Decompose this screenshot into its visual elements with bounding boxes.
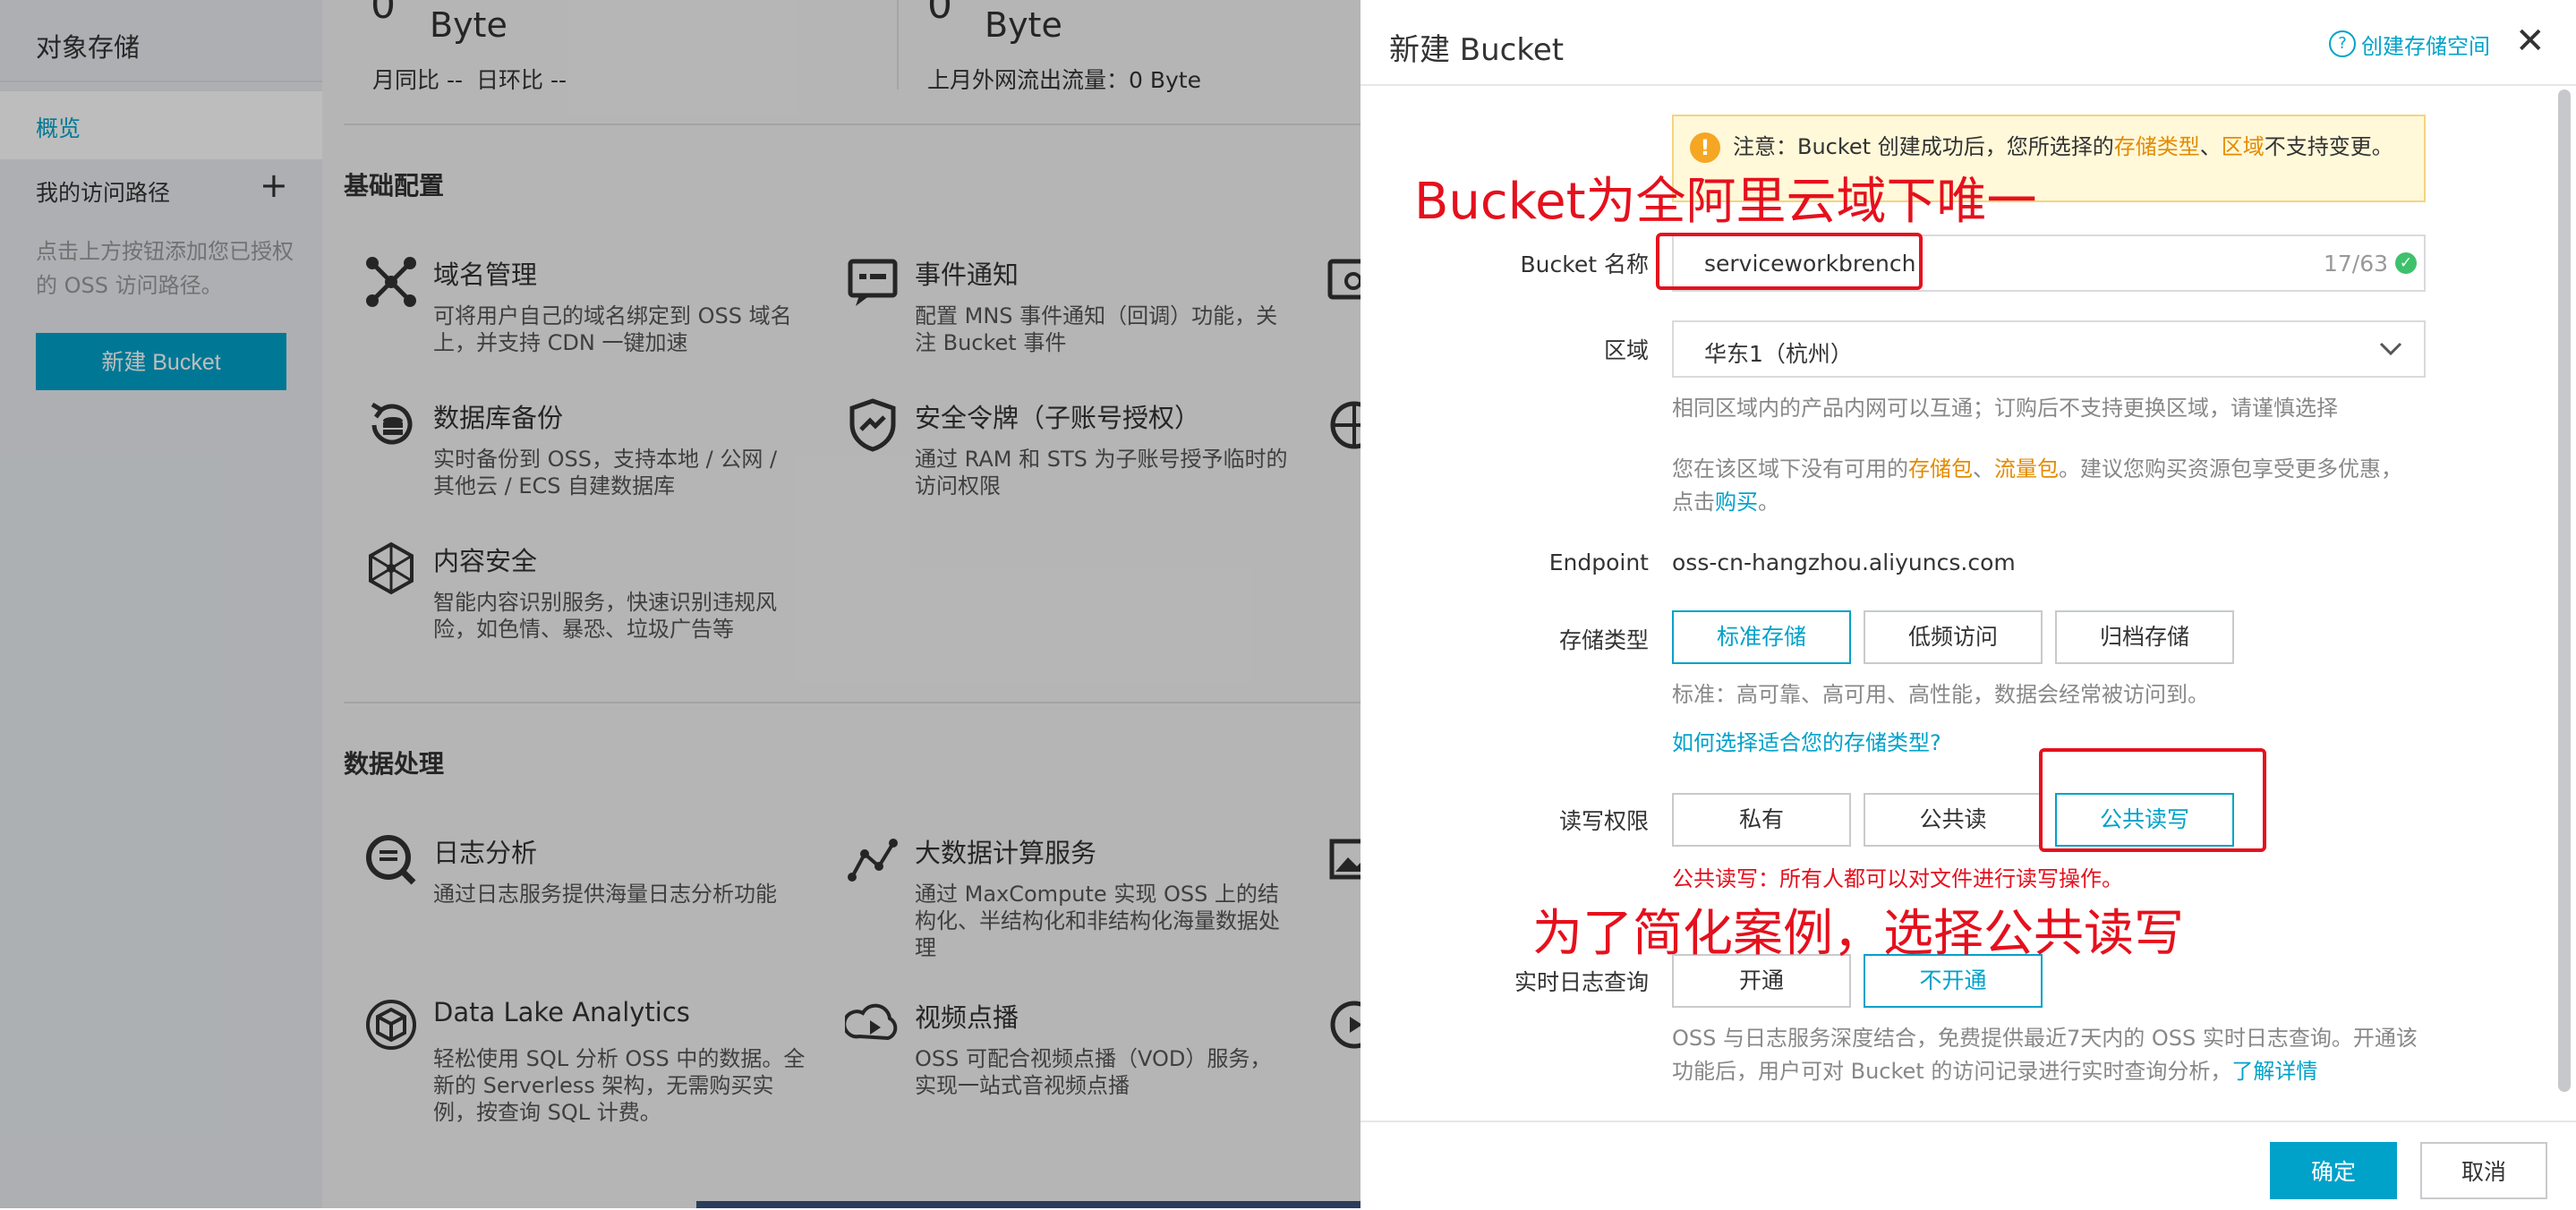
- endpoint-value: oss-cn-hangzhou.aliyuncs.com: [1672, 550, 2016, 575]
- storage-ia-button[interactable]: 低频访问: [1864, 610, 2043, 664]
- drawer-title: 新建 Bucket: [1389, 32, 1565, 68]
- acl-label: 读写权限: [1558, 808, 1649, 834]
- annotation-box-acl: [2039, 748, 2266, 852]
- storage-type-label: 存储类型: [1558, 627, 1649, 653]
- cancel-button[interactable]: 取消: [2420, 1142, 2547, 1199]
- drawer-footer: 确定 取消: [1361, 1121, 2576, 1210]
- modal-backdrop[interactable]: [0, 0, 1361, 1208]
- storage-help-link[interactable]: 如何选择适合您的存储类型?: [1672, 727, 1941, 760]
- annotation-name-note: Bucket为全阿里云域下唯一: [1414, 173, 2037, 231]
- question-icon[interactable]: ?: [2329, 30, 2356, 57]
- help-link[interactable]: 创建存储空间: [2361, 29, 2490, 60]
- annotation-box-name: [1656, 233, 1923, 290]
- region-label: 区域: [1603, 337, 1649, 363]
- scrollbar[interactable]: [2558, 89, 2571, 1092]
- endpoint-label: Endpoint: [1548, 550, 1649, 575]
- drawer-header: 新建 Bucket ? 创建存储空间 ✕: [1361, 0, 2576, 86]
- chevron-down-icon: [2379, 342, 2402, 356]
- acl-warning: 公共读写：所有人都可以对文件进行读写操作。: [1672, 866, 2123, 891]
- warning-icon: !: [1690, 132, 1720, 163]
- storage-standard-button[interactable]: 标准存储: [1672, 610, 1851, 664]
- notice-text: 注意：Bucket 创建成功后，您所选择的存储类型、区域不支持变更。: [1733, 134, 2393, 159]
- learn-more-link[interactable]: 了解详情: [2231, 1059, 2317, 1084]
- buy-link[interactable]: 购买: [1715, 490, 1758, 515]
- storage-package-link[interactable]: 存储包: [1908, 456, 1973, 481]
- check-icon: ✓: [2395, 252, 2417, 274]
- confirm-button[interactable]: 确定: [2270, 1142, 2397, 1199]
- region-hint: 相同区域内的产品内网可以互通；订购后不支持更换区域，请谨慎选择: [1672, 396, 2338, 421]
- package-hint: 您在该区域下没有可用的存储包、流量包。建议您购买资源包享受更多优惠， 点击购买。: [1672, 456, 2402, 515]
- acl-public-read-button[interactable]: 公共读: [1864, 793, 2043, 847]
- log-hint: OSS 与日志服务深度结合，免费提供最近7天内的 OSS 实时日志查询。开通该功…: [1672, 1026, 2418, 1084]
- log-query-label: 实时日志查询: [1514, 969, 1649, 995]
- region-value: 华东1（杭州）: [1704, 341, 1853, 367]
- acl-private-button[interactable]: 私有: [1672, 793, 1851, 847]
- bucket-name-label: Bucket 名称: [1520, 251, 1649, 277]
- storage-hint: 标准：高可靠、高可用、高性能，数据会经常被访问到。: [1672, 682, 2209, 707]
- traffic-package-link[interactable]: 流量包: [1994, 456, 2059, 481]
- annotation-acl-note: 为了简化案例，选择公共读写: [1532, 905, 2184, 963]
- close-icon[interactable]: ✕: [2515, 23, 2546, 59]
- storage-archive-button[interactable]: 归档存储: [2055, 610, 2234, 664]
- region-select[interactable]: 华东1（杭州）: [1672, 320, 2426, 378]
- char-count: 17/63: [2324, 251, 2389, 277]
